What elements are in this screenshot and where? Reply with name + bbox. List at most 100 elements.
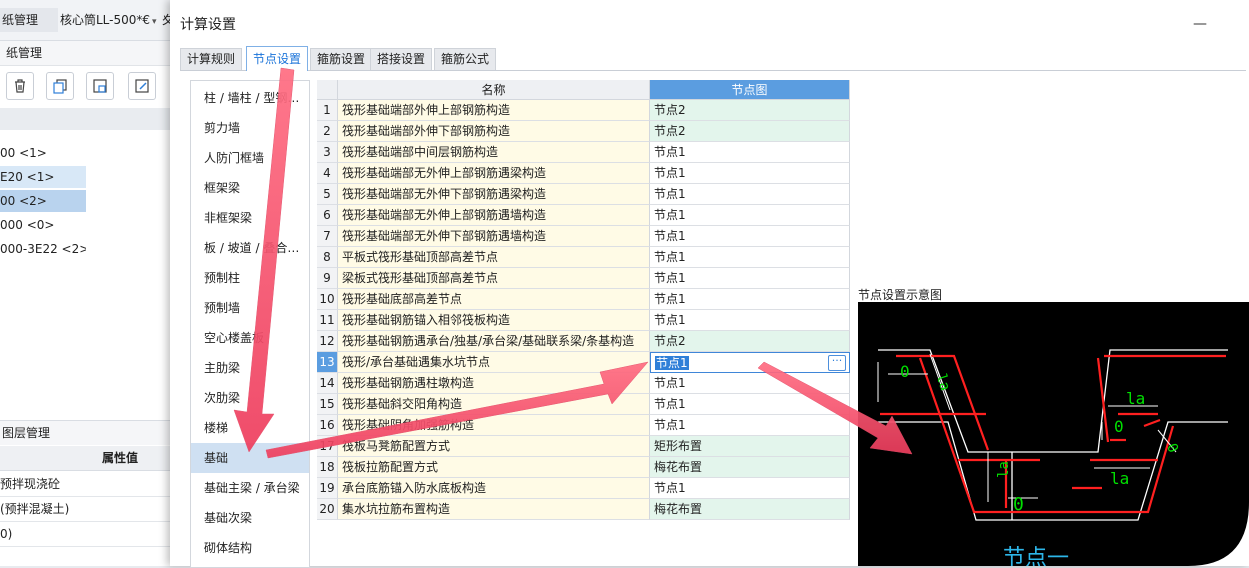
table-row[interactable]: 3 筏形基础端部中间层钢筋构造 节点1 [317,142,850,163]
row-node-cell[interactable]: 节点1 [650,226,850,247]
table-row[interactable]: 13 筏形/承台基础遇集水坑节点 节点1 ··· [317,352,850,373]
row-node-cell[interactable]: 节点1 [650,289,850,310]
row-name-cell[interactable]: 筏形基础斜交阳角构造 [338,394,650,415]
row-name-cell[interactable]: 平板式筏形基础顶部高差节点 [338,247,650,268]
row-name-cell[interactable]: 梁板式筏形基础顶部高差节点 [338,268,650,289]
row-node-cell[interactable]: 节点2 [650,331,850,352]
category-item[interactable]: 人防门框墙 [191,143,309,173]
row-node-cell[interactable]: 梅花布置 [650,499,850,520]
row-name-cell[interactable]: 筏板拉筋配置方式 [338,457,650,478]
row-node-cell[interactable]: 节点1 [650,310,850,331]
table-row[interactable]: 15 筏形基础斜交阳角构造 节点1 [317,394,850,415]
table-row[interactable]: 20 集水坑拉筋布置构造 梅花布置 [317,499,850,520]
background-tab-core-tube[interactable]: 核心筒LL-500*€ ▾ [60,8,160,32]
table-row[interactable]: 7 筏形基础端部无外伸下部钢筋遇墙构造 节点1 [317,226,850,247]
table-row[interactable]: 5 筏形基础端部无外伸下部钢筋遇梁构造 节点1 [317,184,850,205]
category-item[interactable]: 预制墙 [191,293,309,323]
row-node-cell[interactable]: 节点1 [650,142,850,163]
tab-node-settings[interactable]: 节点设置 [246,46,309,71]
category-item[interactable]: 楼梯 [191,413,309,443]
row-node-cell[interactable]: 节点2 [650,100,850,121]
table-row[interactable]: 19 承台底筋锚入防水底板构造 节点1 [317,478,850,499]
category-item[interactable]: 空心楼盖板 [191,323,309,353]
row-name-cell[interactable]: 筏形基础端部中间层钢筋构造 [338,142,650,163]
row-name-cell[interactable]: 筏形基础阴角加强筋构造 [338,415,650,436]
table-row[interactable]: 9 梁板式筏形基础顶部高差节点 节点1 [317,268,850,289]
table-row[interactable]: 12 筏形基础钢筋遇承台/独基/承台梁/基础联系梁/条基构造 节点2 [317,331,850,352]
property-row[interactable]: 预拌现浇砼 [0,472,170,497]
tab-stirrup-formula[interactable]: 箍筋公式 [434,48,497,70]
row-node-cell[interactable]: 节点1 [650,268,850,289]
row-name-cell[interactable]: 筏形基础端部无外伸下部钢筋遇梁构造 [338,184,650,205]
category-item[interactable]: 次肋梁 [191,383,309,413]
row-node-cell[interactable]: 梅花布置 [650,457,850,478]
row-node-cell[interactable]: 节点1 [650,394,850,415]
table-row[interactable]: 18 筏板拉筋配置方式 梅花布置 [317,457,850,478]
table-row[interactable]: 8 平板式筏形基础顶部高差节点 节点1 [317,247,850,268]
category-item[interactable]: 板 / 坡道 / 叠合… [191,233,309,263]
row-node-cell[interactable]: 矩形布置 [650,436,850,457]
row-name-cell[interactable]: 筏形基础钢筋遇承台/独基/承台梁/基础联系梁/条基构造 [338,331,650,352]
row-name-cell[interactable]: 筏板马凳筋配置方式 [338,436,650,457]
export-button[interactable] [86,72,114,100]
table-row[interactable]: 10 筏形基础底部高差节点 节点1 [317,289,850,310]
category-item[interactable]: 主肋梁 [191,353,309,383]
property-row[interactable]: (预拌混凝土) [0,497,170,522]
minimize-button[interactable]: — [1190,14,1210,34]
category-item[interactable]: 基础 [191,443,309,473]
category-item[interactable]: 非框架梁 [191,203,309,233]
category-item[interactable]: 砌体结构 [191,533,309,563]
row-name-cell[interactable]: 承台底筋锚入防水底板构造 [338,478,650,499]
tab-lap-settings[interactable]: 搭接设置 [370,48,433,70]
row-name-cell[interactable]: 筏形基础钢筋遇柱墩构造 [338,373,650,394]
tree-item[interactable]: 000-3E22 <2> [0,238,86,260]
table-row[interactable]: 2 筏形基础端部外伸下部钢筋构造 节点2 [317,121,850,142]
edit-button[interactable] [128,72,156,100]
row-node-cell[interactable]: 节点1 [650,373,850,394]
category-item[interactable]: 柱 / 墙柱 / 型钢… [191,83,309,113]
row-name-cell[interactable]: 筏形基础底部高差节点 [338,289,650,310]
tab-stirrup-settings[interactable]: 箍筋设置 [310,48,373,70]
table-row[interactable]: 11 筏形基础钢筋锚入相邻筏板构造 节点1 [317,310,850,331]
table-row[interactable]: 4 筏形基础端部无外伸上部钢筋遇梁构造 节点1 [317,163,850,184]
browse-node-button[interactable]: ··· [828,355,846,371]
tree-item[interactable]: 00 <1> [0,142,86,164]
row-node-cell[interactable]: 节点1 [650,184,850,205]
table-row[interactable]: 16 筏形基础阴角加强筋构造 节点1 [317,415,850,436]
tab-calc-rules[interactable]: 计算规则 [180,48,243,70]
row-name-cell[interactable]: 筏形基础端部外伸上部钢筋构造 [338,100,650,121]
copy-button[interactable] [46,72,74,100]
row-name-cell[interactable]: 筏形基础钢筋锚入相邻筏板构造 [338,310,650,331]
row-node-cell[interactable]: 节点1 [650,163,850,184]
table-row[interactable]: 1 筏形基础端部外伸上部钢筋构造 节点2 [317,100,850,121]
table-row[interactable]: 14 筏形基础钢筋遇柱墩构造 节点1 [317,373,850,394]
row-node-cell[interactable]: 节点1 ··· [650,352,850,373]
category-item[interactable]: 剪力墙 [191,113,309,143]
tree-item-selected[interactable]: 00 <2> [0,190,86,212]
property-row[interactable]: 0) [0,522,170,547]
table-row[interactable]: 6 筏形基础端部无外伸上部钢筋遇墙构造 节点1 [317,205,850,226]
category-item[interactable]: 框架梁 [191,173,309,203]
row-name-cell[interactable]: 筏形基础端部外伸下部钢筋构造 [338,121,650,142]
row-name-cell[interactable]: 集水坑拉筋布置构造 [338,499,650,520]
category-item[interactable]: 基础主梁 / 承台梁 [191,473,309,503]
row-node-cell[interactable]: 节点1 [650,247,850,268]
row-node-cell[interactable]: 节点1 [650,478,850,499]
column-header-name[interactable]: 名称 [338,80,650,100]
background-tab[interactable]: 纸管理 [0,8,58,32]
row-node-cell[interactable]: 节点1 [650,205,850,226]
row-node-cell[interactable]: 节点1 [650,415,850,436]
row-name-cell[interactable]: 筏形/承台基础遇集水坑节点 [338,352,650,373]
category-item[interactable]: 预制柱 [191,263,309,293]
tree-item[interactable]: E20 <1> [0,166,86,188]
column-header-node[interactable]: 节点图 [650,80,850,100]
table-row[interactable]: 17 筏板马凳筋配置方式 矩形布置 [317,436,850,457]
category-item[interactable]: 基础次梁 [191,503,309,533]
tree-item[interactable]: 000 <0> [0,214,86,236]
row-name-cell[interactable]: 筏形基础端部无外伸上部钢筋遇梁构造 [338,163,650,184]
rebar-line [918,357,1175,514]
delete-button[interactable] [6,72,34,100]
row-name-cell[interactable]: 筏形基础端部无外伸下部钢筋遇墙构造 [338,226,650,247]
row-name-cell[interactable]: 筏形基础端部无外伸上部钢筋遇墙构造 [338,205,650,226]
row-node-cell[interactable]: 节点2 [650,121,850,142]
